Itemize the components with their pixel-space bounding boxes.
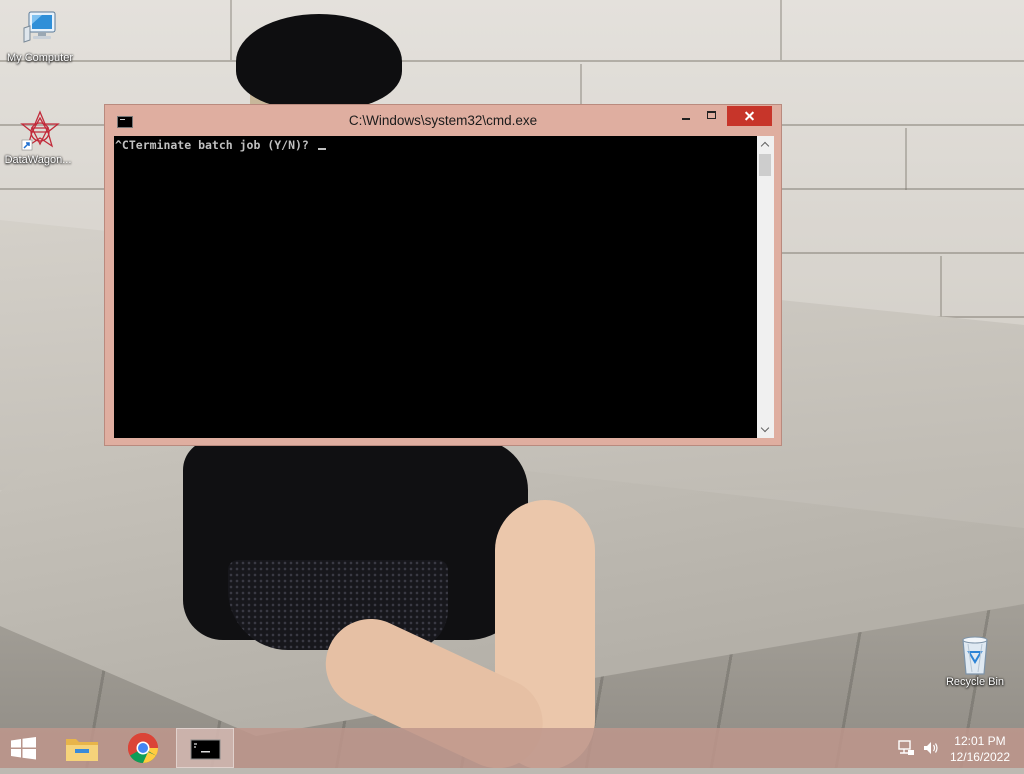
text-cursor: [317, 148, 326, 150]
taskbar: 12:01 PM 12/16/2022: [0, 728, 1024, 768]
person-hat: [236, 14, 402, 109]
computer-icon: [20, 8, 60, 48]
taskbar-chrome[interactable]: [115, 728, 171, 768]
system-clock[interactable]: 12:01 PM 12/16/2022: [950, 733, 1010, 765]
desktop-icon-label: My Computer: [6, 52, 74, 64]
console-area[interactable]: ^CTerminate batch job (Y/N)?: [114, 136, 757, 438]
desktop-icon-my-computer[interactable]: My Computer: [0, 8, 80, 64]
desktop-icon-label: DataWagon...: [4, 154, 72, 166]
desktop-icon-label: Recycle Bin: [945, 676, 1005, 688]
taskbar-cmd[interactable]: [176, 728, 234, 768]
desktop-icon-datawagon[interactable]: DataWagon...: [0, 110, 78, 166]
console-output: ^CTerminate batch job (Y/N)?: [115, 138, 316, 152]
desktop-icon-recycle-bin[interactable]: Recycle Bin: [935, 632, 1015, 688]
cmd-icon: [190, 739, 221, 760]
taskbar-file-explorer[interactable]: [54, 728, 110, 768]
recycle-bin-icon: [955, 632, 995, 675]
minimize-button[interactable]: [673, 106, 699, 126]
scroll-thumb[interactable]: [759, 154, 771, 176]
chrome-icon: [127, 733, 158, 764]
start-button[interactable]: [0, 728, 48, 768]
speaker-icon[interactable]: [922, 740, 940, 756]
folder-icon: [66, 739, 98, 761]
scroll-up-button[interactable]: [757, 136, 774, 153]
network-icon[interactable]: [897, 740, 915, 756]
console-line: ^CTerminate batch job (Y/N)?: [115, 138, 326, 152]
clock-date: 12/16/2022: [949, 750, 1010, 764]
datawagon-icon: [18, 110, 60, 151]
vertical-scrollbar[interactable]: [757, 136, 774, 438]
cmd-window[interactable]: C:\Windows\system32\cmd.exe ^CTerminate …: [104, 104, 782, 446]
close-button[interactable]: [727, 106, 772, 126]
window-titlebar[interactable]: C:\Windows\system32\cmd.exe: [105, 105, 781, 135]
clock-time: 12:01 PM: [954, 734, 1006, 748]
windows-logo-icon: [11, 737, 36, 760]
maximize-button[interactable]: [699, 106, 725, 126]
scroll-down-button[interactable]: [757, 421, 774, 438]
